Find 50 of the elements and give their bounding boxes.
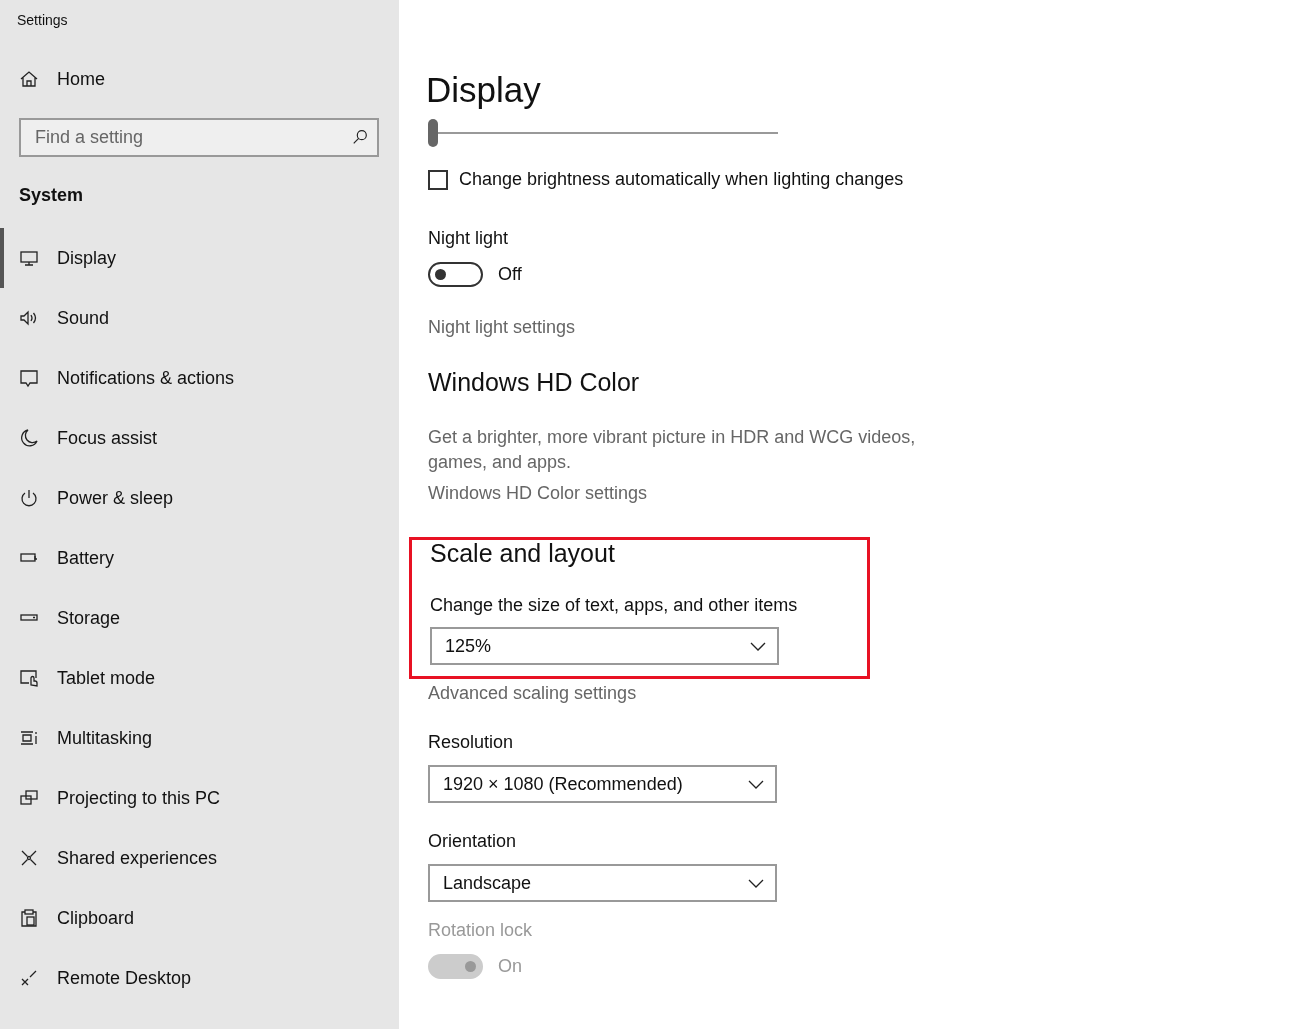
clipboard-icon [19, 908, 39, 928]
sidebar-item[interactable]: Notifications & actions [0, 348, 245, 408]
toggle-label: Night light [428, 228, 510, 249]
search-field[interactable]: Find a setting [19, 118, 379, 157]
slider-thumb[interactable] [428, 119, 438, 147]
toggle-state: Off [498, 264, 522, 285]
section-heading: Windows HD Color [428, 368, 640, 397]
sidebar-item[interactable]: Sound [0, 288, 120, 348]
sidebar-item[interactable]: Projecting to this PC [0, 768, 231, 828]
advanced-scaling-link[interactable]: Advanced scaling settings [428, 683, 637, 704]
moon-icon [19, 428, 39, 448]
field-label: Orientation [428, 831, 517, 852]
dropdown[interactable]: 1920 × 1080 (Recommended) [428, 765, 777, 803]
speech-bubble-icon [19, 368, 39, 388]
field-label: Change the size of text, apps, and other items [430, 595, 798, 616]
dropdown[interactable]: 125% [430, 627, 779, 665]
sidebar-item[interactable]: Multitasking [0, 708, 163, 768]
home-link[interactable]: Home [0, 59, 115, 99]
section-heading: Scale and layout [430, 539, 615, 568]
checkbox[interactable] [428, 169, 448, 190]
sidebar-item[interactable]: Storage [0, 588, 131, 648]
toggle-state: On [498, 956, 522, 977]
sidebar-item[interactable]: Tablet mode [0, 648, 166, 708]
description-text: Get a brighter, more vibrant picture in HDR and WCG videos, games, and apps. [428, 426, 917, 474]
page-title: Display [426, 70, 541, 110]
window-layout-icon [19, 728, 39, 748]
checkbox-label: Change brightness automatically when lighting changes [459, 169, 904, 190]
tablet-touch-icon [19, 668, 39, 688]
sidebar-item[interactable]: Shared experiences [0, 828, 228, 888]
sidebar-item[interactable]: Clipboard [0, 888, 145, 948]
screens-icon [19, 788, 39, 808]
network-nodes-icon [19, 848, 39, 868]
section-heading: System [19, 185, 84, 206]
window-title: Settings [17, 12, 68, 28]
toggle-switch[interactable] [428, 262, 483, 287]
sidebar-item[interactable]: Focus assist [0, 408, 168, 468]
monitor-icon [19, 248, 39, 268]
night-light-settings-link[interactable]: Night light settings [428, 317, 576, 338]
search-icon [351, 128, 369, 146]
hd-color-settings-link[interactable]: Windows HD Color settings [428, 483, 648, 504]
sidebar-item[interactable]: Display [0, 228, 127, 288]
sidebar-item[interactable]: Power & sleep [0, 468, 184, 528]
speaker-icon [19, 308, 39, 328]
sidebar-item[interactable]: Battery [0, 528, 125, 588]
dropdown[interactable]: Landscape [428, 864, 777, 902]
home-icon [19, 69, 39, 89]
sidebar-item[interactable]: Remote Desktop [0, 948, 202, 1008]
toggle-label: Rotation lock [428, 920, 533, 941]
power-icon [19, 488, 39, 508]
field-label: Resolution [428, 732, 514, 753]
